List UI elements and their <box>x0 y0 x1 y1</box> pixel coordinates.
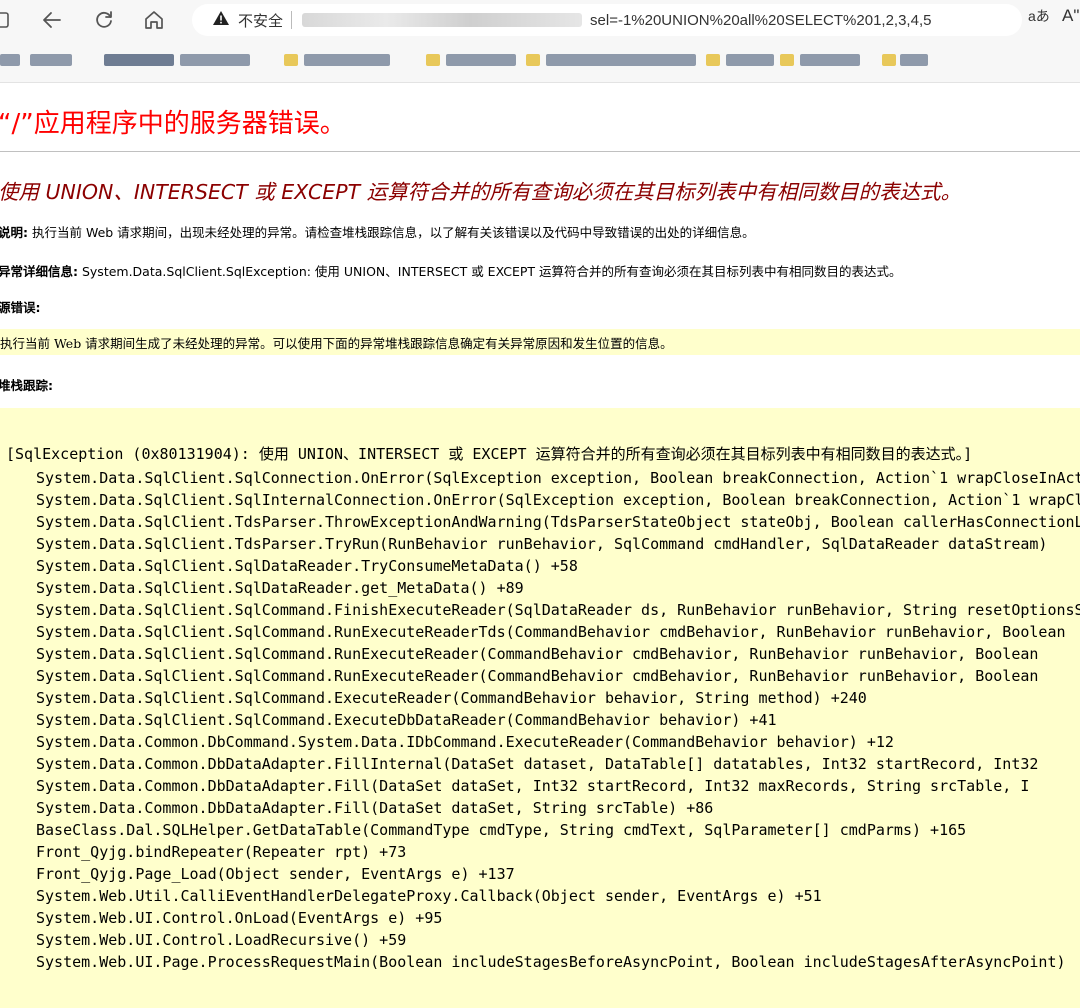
redacted-bookmark[interactable] <box>900 54 928 66</box>
bookmarks-bar <box>0 40 1080 83</box>
redacted-bookmark[interactable] <box>0 54 20 66</box>
source-error-box: 执行当前 Web 请求期间生成了未经处理的异常。可以使用下面的异常堆栈跟踪信息确… <box>0 329 1080 355</box>
stack-trace-heading: 堆栈跟踪: <box>0 375 53 394</box>
stack-trace-line: System.Web.UI.Control.OnLoad(EventArgs e… <box>36 909 443 927</box>
stack-trace-line: System.Data.SqlClient.SqlDataReader.TryC… <box>36 557 578 575</box>
redacted-bookmark[interactable] <box>284 54 298 66</box>
redacted-bookmark[interactable] <box>426 54 440 66</box>
stack-trace-line: System.Data.SqlClient.SqlCommand.Execute… <box>36 689 867 707</box>
stack-trace-list: System.Data.SqlClient.SqlConnection.OnEr… <box>36 467 1080 973</box>
stack-trace-line: BaseClass.Dal.SQLHelper.GetDataTable(Com… <box>36 821 967 839</box>
url-text[interactable]: sel=-1%20UNION%20all%20SELECT%201,2,3,4,… <box>590 12 931 29</box>
redacted-bookmark[interactable] <box>446 54 516 66</box>
stack-trace-line: System.Data.SqlClient.SqlCommand.FinishE… <box>36 601 1080 619</box>
stack-trace-line: Front_Qyjg.Page_Load(Object sender, Even… <box>36 865 515 883</box>
exception-paragraph: 异常详细信息: System.Data.SqlClient.SqlExcepti… <box>0 261 902 280</box>
font-size-icon[interactable]: A" <box>1062 6 1079 26</box>
description-paragraph: 说明: 执行当前 Web 请求期间，出现未经处理的异常。请检查堆栈跟踪信息，以了… <box>0 222 755 241</box>
stack-trace-line: System.Web.UI.Page.ProcessRequestMain(Bo… <box>36 953 1066 971</box>
exception-text: System.Data.SqlClient.SqlException: 使用 U… <box>78 264 902 279</box>
source-error-heading: 源错误: <box>0 297 41 316</box>
redacted-bookmark[interactable] <box>726 54 774 66</box>
stack-trace-line: System.Data.SqlClient.TdsParser.TryRun(R… <box>36 535 1048 553</box>
browser-toolbar: 不安全 sel=-1%20UNION%20all%20SELECT%201,2,… <box>0 0 1080 40</box>
redacted-bookmark[interactable] <box>104 54 174 66</box>
redacted-bookmark[interactable] <box>706 54 720 66</box>
redacted-bookmark[interactable] <box>800 54 860 66</box>
error-heading: 使用 UNION、INTERSECT 或 EXCEPT 运算符合并的所有查询必须… <box>0 180 962 204</box>
stack-trace-line: System.Data.Common.DbCommand.System.Data… <box>36 733 894 751</box>
title-divider <box>0 151 1080 152</box>
page-title: “/”应用程序中的服务器错误。 <box>0 109 346 139</box>
stack-exception-line: [SqlException (0x80131904): 使用 UNION、INT… <box>6 445 973 463</box>
stack-trace-line: System.Data.SqlClient.SqlCommand.RunExec… <box>36 645 1039 663</box>
stack-trace-line: System.Web.UI.Control.LoadRecursive() +5… <box>36 931 407 949</box>
description-label: 说明: <box>0 225 28 240</box>
sidebar-icon[interactable] <box>0 0 18 40</box>
redacted-bookmark[interactable] <box>546 54 696 66</box>
redacted-url <box>302 13 583 27</box>
stack-trace-line: System.Data.Common.DbDataAdapter.FillInt… <box>36 755 1039 773</box>
stack-trace-line: System.Data.SqlClient.SqlDataReader.get_… <box>36 579 524 597</box>
stack-trace-line: System.Data.SqlClient.TdsParser.ThrowExc… <box>36 513 1080 531</box>
warning-icon[interactable] <box>212 10 230 31</box>
source-error-text: 执行当前 Web 请求期间生成了未经处理的异常。可以使用下面的异常堆栈跟踪信息确… <box>0 335 673 351</box>
redacted-bookmark[interactable] <box>304 54 390 66</box>
stack-trace-line: Front_Qyjg.bindRepeater(Repeater rpt) +7… <box>36 843 407 861</box>
source-error-label: 源错误: <box>0 300 41 315</box>
stack-trace-line: System.Data.Common.DbDataAdapter.Fill(Da… <box>36 799 714 817</box>
redacted-bookmark[interactable] <box>30 54 72 66</box>
insecure-label[interactable]: 不安全 <box>238 10 283 31</box>
exception-label: 异常详细信息: <box>0 264 78 279</box>
redacted-bookmark[interactable] <box>780 54 794 66</box>
address-separator <box>291 11 293 29</box>
stack-trace-line: System.Data.Common.DbDataAdapter.Fill(Da… <box>36 777 1030 795</box>
stack-trace-box: [SqlException (0x80131904): 使用 UNION、INT… <box>0 408 1080 1008</box>
stack-trace-line: System.Data.SqlClient.SqlCommand.Execute… <box>36 711 777 729</box>
read-aloud-icon[interactable]: aあ <box>1028 6 1050 26</box>
stack-trace-line: System.Data.SqlClient.SqlCommand.RunExec… <box>36 667 1039 685</box>
redacted-bookmark[interactable] <box>180 54 250 66</box>
description-text: 执行当前 Web 请求期间，出现未经处理的异常。请检查堆栈跟踪信息，以了解有关该… <box>28 225 755 240</box>
error-page: “/”应用程序中的服务器错误。 使用 UNION、INTERSECT 或 EXC… <box>0 83 1080 1008</box>
home-icon[interactable] <box>134 0 174 40</box>
address-bar[interactable]: 不安全 sel=-1%20UNION%20all%20SELECT%201,2,… <box>192 4 1022 36</box>
stack-trace-label: 堆栈跟踪: <box>0 378 53 393</box>
refresh-icon[interactable] <box>84 0 124 40</box>
stack-trace-line: System.Data.SqlClient.SqlInternalConnect… <box>36 491 1080 509</box>
redacted-bookmark[interactable] <box>882 54 896 66</box>
redacted-bookmark[interactable] <box>526 54 540 66</box>
back-icon[interactable] <box>32 0 72 40</box>
stack-trace-line: System.Data.SqlClient.SqlCommand.RunExec… <box>36 623 1066 641</box>
stack-trace-line: System.Data.SqlClient.SqlConnection.OnEr… <box>36 469 1080 487</box>
stack-trace-line: System.Web.Util.CalliEventHandlerDelegat… <box>36 887 822 905</box>
